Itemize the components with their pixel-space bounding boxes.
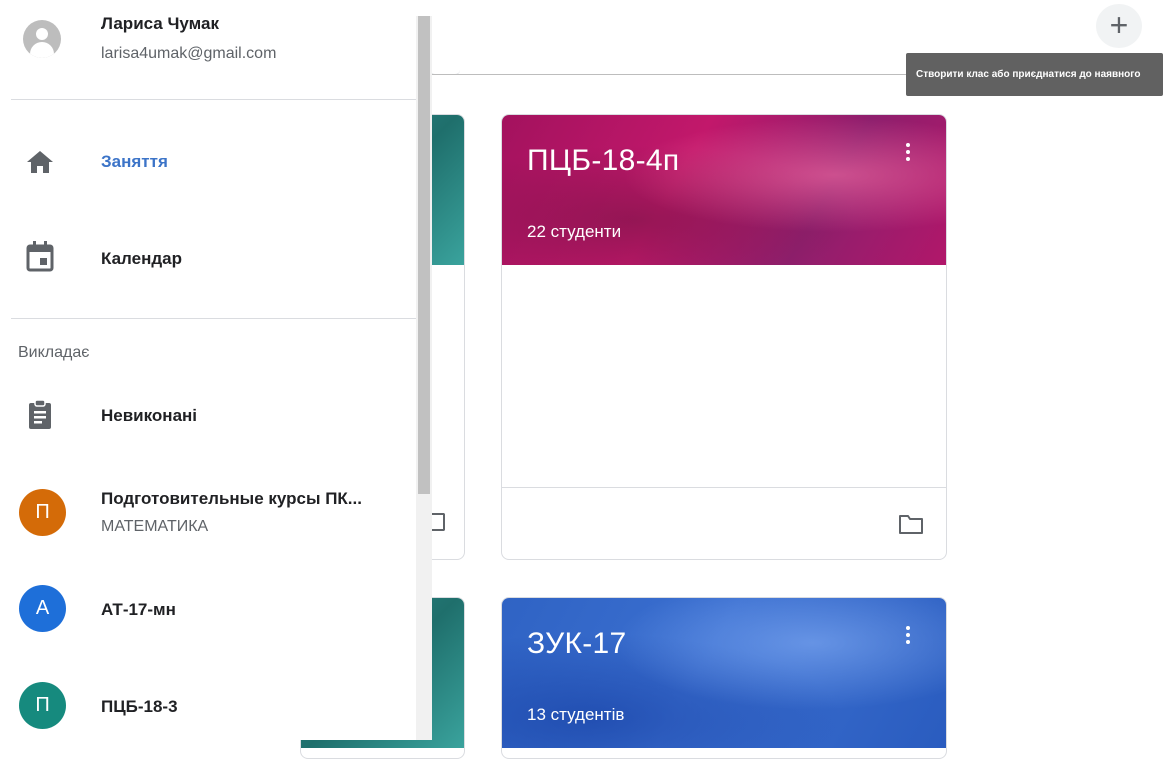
nav-item-todo[interactable]: Невиконані [0,387,416,443]
class-card-students: 13 студентів [527,705,625,724]
nav-item-classes[interactable]: Заняття [0,133,416,189]
folder-icon[interactable] [898,513,924,535]
clipboard-icon [29,399,51,429]
class-card[interactable]: ЗУК-17 13 студентів [501,597,947,759]
user-avatar [23,20,61,58]
sidebar-class-item[interactable]: А АТ-17-мн [0,585,416,635]
class-title: Подготовительные курсы ПК... [101,489,362,508]
class-card-title[interactable]: ЗУК-17 [527,626,626,662]
class-title: ПЦБ-18-3 [101,697,178,716]
user-name: Лариса Чумак [101,14,219,33]
drawer-divider [11,99,416,100]
class-subtitle: МАТЕМАТИКА [101,518,209,535]
teaching-section-label: Викладає [18,344,90,361]
sidebar-class-item[interactable]: П ПЦБ-18-3 [0,682,416,732]
class-card-title[interactable]: ПЦБ-18-4п [527,143,679,179]
drawer-divider [11,318,416,319]
class-avatar: П [19,682,66,729]
class-avatar: П [19,489,66,536]
class-card-students: 22 студенти [527,222,622,241]
nav-item-calendar[interactable]: Календар [0,230,416,286]
home-icon [27,151,53,173]
add-class-tooltip: Створити клас або приєднатися до наявног… [906,53,1163,96]
user-email: larisa4umak@gmail.com [101,45,277,62]
header-divider [432,74,944,75]
nav-item-label: Календар [101,249,182,268]
card-footer-divider [502,487,946,488]
nav-item-label: Невиконані [101,406,198,425]
class-avatar: А [19,585,66,632]
class-card-banner: ПЦБ-18-4п 22 студенти [502,115,946,265]
more-vert-icon[interactable] [902,626,914,648]
drawer-scrollbar-thumb[interactable] [418,16,430,494]
sidebar-class-item[interactable]: П Подготовительные курсы ПК... МАТЕМАТИК… [0,482,416,552]
class-card[interactable]: ПЦБ-18-4п 22 студенти [501,114,947,560]
more-vert-icon[interactable] [902,143,914,165]
add-class-button[interactable]: + [1096,4,1142,48]
class-card-banner: ЗУК-17 13 студентів [502,598,946,748]
nav-item-label: Заняття [101,152,168,171]
calendar-icon [26,241,54,272]
navigation-drawer: Лариса Чумак larisa4umak@gmail.com Занят… [0,0,432,740]
class-title: АТ-17-мн [101,600,176,619]
